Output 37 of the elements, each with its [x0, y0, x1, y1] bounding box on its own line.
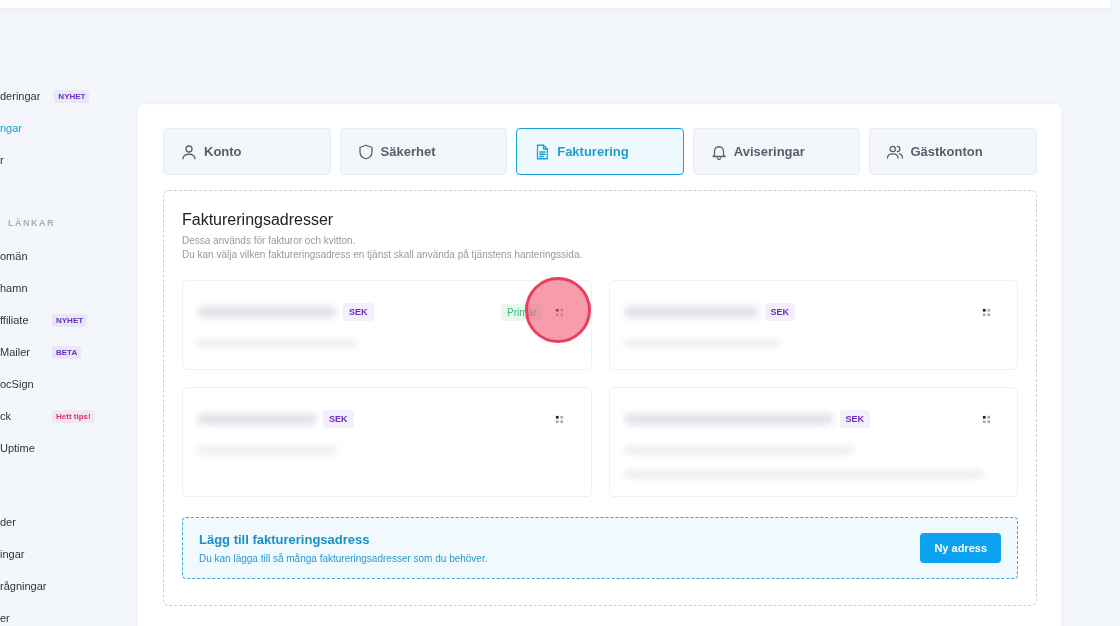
sidebar-badge: BETA	[52, 345, 82, 359]
add-title: Lägg till faktureringsadress	[199, 532, 371, 547]
sidebar-item[interactable]: ingar	[0, 548, 38, 560]
sidebar-item[interactable]: hamn	[0, 282, 38, 294]
drag-handle-icon[interactable]	[981, 307, 991, 317]
sidebar-item[interactable]: Mailer	[0, 346, 38, 358]
currency-badge: SEK	[839, 410, 870, 428]
shield-icon	[356, 142, 375, 161]
currency-badge: SEK	[764, 303, 795, 321]
sidebar-item[interactable]: er	[0, 612, 38, 624]
section-description: Du kan välja vilken faktureringsadress en tjänst skall använda på tjänstens hanteringssida.	[182, 249, 584, 260]
sidebar-heading: LÄNKAR	[8, 218, 56, 228]
tab[interactable]: Konto	[163, 128, 331, 175]
tab[interactable]: Gästkonton	[869, 128, 1037, 175]
sidebar-item[interactable]: ck	[0, 410, 38, 422]
sidebar-badge: NYHET	[54, 89, 90, 103]
sidebar-item[interactable]: Uptime	[0, 442, 38, 454]
drag-handle-icon[interactable]	[555, 414, 564, 424]
sidebar-item[interactable]: der	[0, 516, 38, 528]
sidebar-badge: NYHET	[52, 313, 88, 327]
section-description: Dessa används för fakturor och kvitton.	[182, 235, 357, 246]
tab[interactable]: Säkerhet	[339, 128, 508, 175]
sidebar-badge: Hett tips!	[52, 409, 95, 423]
sidebar-item[interactable]: ocSign	[0, 378, 38, 390]
sidebar-item[interactable]: omän	[0, 250, 38, 262]
user-icon	[180, 142, 198, 161]
sidebar-item[interactable]: rågningar	[0, 580, 47, 592]
sidebar-item[interactable]: deringar	[0, 90, 41, 102]
tab[interactable]: Aviseringar	[692, 128, 861, 175]
currency-badge: SEK	[343, 303, 374, 321]
section-title: Faktureringsadresser	[182, 211, 335, 229]
currency-badge: SEK	[323, 410, 354, 428]
drag-handle-icon[interactable]	[555, 307, 564, 317]
add-description: Du kan lägga till så många faktureringsadresser som du behöver.	[199, 553, 488, 564]
sidebar-item[interactable]: ffiliate	[0, 314, 38, 326]
sidebar-item[interactable]: r	[0, 154, 38, 166]
drag-handle-icon[interactable]	[981, 414, 991, 424]
